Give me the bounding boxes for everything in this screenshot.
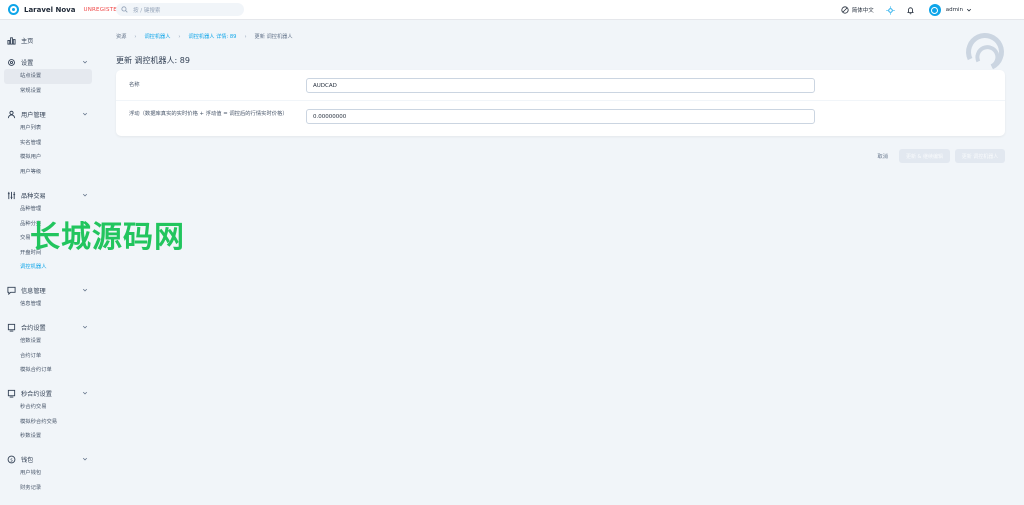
sidebar-group-contracts-header[interactable]: 合约设置	[0, 320, 100, 334]
sliders-icon	[7, 191, 16, 200]
user-menu[interactable]: admin	[928, 4, 972, 16]
svg-text:$: $	[10, 457, 13, 463]
sidebar-group-second-contracts-header[interactable]: 秒合约设置	[0, 386, 100, 400]
sidebar-group-settings-header[interactable]: 设置	[0, 55, 100, 69]
top-bar: Laravel Nova UNREGISTERED 按 / 键搜索 简体中文 a…	[0, 0, 1024, 20]
sidebar-item-user-levels[interactable]: 用户等级	[4, 165, 92, 180]
sidebar-home-label: 主页	[21, 37, 34, 45]
breadcrumb-separator: ›	[244, 33, 247, 40]
breadcrumb-current: 更新 调控机器人	[254, 34, 293, 40]
sidebar-item-demo-second-trades[interactable]: 模拟秒合约交易	[4, 415, 92, 430]
sidebar-item-demo-users[interactable]: 模拟用户	[4, 150, 92, 165]
user-name: admin	[945, 7, 963, 13]
brand[interactable]: Laravel Nova UNREGISTERED	[8, 0, 129, 20]
sidebar-item-site-settings[interactable]: 站点设置	[4, 69, 92, 84]
sidebar-item-leverage[interactable]: 倍数设置	[4, 334, 92, 349]
sidebar-item-user-list[interactable]: 用户列表	[4, 121, 92, 136]
document-icon	[7, 323, 16, 332]
sidebar-group-label: 用户管理	[21, 111, 46, 119]
sidebar-group-wallet-header[interactable]: $ 钱包	[0, 452, 100, 466]
page-title: 更新 调控机器人: 89	[116, 56, 190, 65]
sidebar-group-messages-header[interactable]: 信息管理	[0, 283, 100, 297]
sidebar-item-seconds-settings[interactable]: 秒数设置	[4, 429, 92, 444]
sidebar-group-label: 秒合约设置	[21, 390, 52, 398]
notifications-button[interactable]	[906, 6, 915, 15]
bell-icon	[906, 6, 914, 14]
chart-bar-icon	[7, 36, 16, 45]
translate-icon	[841, 6, 849, 14]
chevron-down-icon	[82, 193, 88, 197]
float-input[interactable]	[306, 109, 815, 124]
name-input[interactable]	[306, 78, 815, 93]
chevron-down-icon	[82, 288, 88, 292]
sidebar: 主页 设置 站点设置 常规设置 用户管理 用户列表 实名管理 模拟用户 用户等级…	[0, 21, 100, 505]
sidebar-item-finance-records[interactable]: 财务记录	[4, 481, 92, 496]
sidebar-group-users: 用户管理 用户列表 实名管理 模拟用户 用户等级	[0, 107, 100, 179]
global-search[interactable]: 按 / 键搜索	[116, 3, 244, 16]
sidebar-group-label: 信息管理	[21, 287, 46, 295]
breadcrumb-link[interactable]: 调控机器人	[144, 33, 170, 40]
form-row-float: 浮动（数据库真实的实时价格 + 浮动值 = 调控后的行情实时价格）	[116, 101, 1005, 136]
sidebar-item-messages[interactable]: 信息管理	[4, 297, 92, 312]
cancel-button[interactable]: 取消	[877, 152, 888, 160]
field-label: 浮动（数据库真实的实时价格 + 浮动值 = 调控后的行情实时价格）	[129, 111, 288, 117]
sidebar-group-messages: 信息管理 信息管理	[0, 283, 100, 312]
breadcrumb-separator: ›	[134, 33, 137, 40]
theme-toggle-button[interactable]	[886, 5, 895, 15]
chevron-down-icon	[82, 391, 88, 395]
sidebar-item-control-robots[interactable]: 调控机器人	[4, 260, 92, 275]
form-row-name: 名称	[116, 70, 1005, 101]
brand-name: Laravel Nova	[24, 5, 76, 14]
avatar	[928, 4, 941, 16]
sidebar-group-wallet: $ 钱包 用户钱包 财务记录	[0, 452, 100, 495]
nova-logo-icon	[8, 4, 19, 15]
sidebar-group-contracts: 合约设置 倍数设置 合约订单 模拟合约订单	[0, 320, 100, 378]
sun-icon	[886, 5, 895, 15]
sidebar-group-label: 合约设置	[21, 324, 46, 332]
sidebar-item-user-wallets[interactable]: 用户钱包	[4, 466, 92, 481]
breadcrumb-item: 资源	[116, 34, 127, 40]
sidebar-group-label: 品种交易	[21, 192, 46, 200]
search-placeholder: 按 / 键搜索	[133, 7, 161, 14]
sidebar-group-settings: 设置 站点设置 常规设置	[0, 55, 100, 98]
sidebar-item-kyc[interactable]: 实名管理	[4, 136, 92, 151]
breadcrumb: 资源 › 调控机器人 › 调控机器人 详情: 89 › 更新 调控机器人	[116, 33, 293, 41]
sidebar-home[interactable]: 主页	[0, 33, 100, 47]
chevron-down-icon	[82, 457, 88, 461]
chevron-down-icon	[966, 8, 972, 12]
chevron-down-icon	[82, 60, 88, 64]
chevron-down-icon	[82, 112, 88, 116]
sidebar-group-label: 钱包	[21, 456, 34, 464]
breadcrumb-separator: ›	[178, 33, 181, 40]
field-label: 名称	[129, 82, 140, 88]
sidebar-item-general-settings[interactable]: 常规设置	[4, 84, 92, 99]
update-button[interactable]: 更新 调控机器人	[955, 149, 1005, 163]
form-actions: 取消 更新 & 继续编辑 更新 调控机器人	[877, 149, 1005, 163]
document-icon	[7, 389, 16, 398]
sidebar-group-users-header[interactable]: 用户管理	[0, 107, 100, 121]
gear-icon	[7, 58, 16, 67]
watermark: 长城源码网	[30, 220, 185, 255]
sidebar-item-second-trades[interactable]: 秒合约交易	[4, 400, 92, 415]
sidebar-item-demo-contract-orders[interactable]: 模拟合约订单	[4, 363, 92, 378]
sidebar-item-contract-orders[interactable]: 合约订单	[4, 349, 92, 364]
users-icon	[7, 110, 16, 119]
update-continue-button[interactable]: 更新 & 继续编辑	[899, 149, 950, 163]
sidebar-group-second-contracts: 秒合约设置 秒合约交易 模拟秒合约交易 秒数设置	[0, 386, 100, 444]
language-label: 简体中文	[851, 8, 874, 14]
sidebar-group-label: 设置	[21, 59, 34, 67]
search-icon	[121, 6, 128, 13]
chat-icon	[7, 286, 16, 295]
language-switcher[interactable]: 简体中文	[841, 6, 874, 14]
wallet-icon: $	[7, 455, 16, 464]
form-card: 名称 浮动（数据库真实的实时价格 + 浮动值 = 调控后的行情实时价格）	[116, 70, 1005, 136]
sidebar-group-trading-header[interactable]: 品种交易	[0, 188, 100, 202]
chevron-down-icon	[82, 325, 88, 329]
breadcrumb-link[interactable]: 调控机器人 详情: 89	[189, 33, 237, 40]
sidebar-item-symbols[interactable]: 品种管理	[4, 202, 92, 217]
